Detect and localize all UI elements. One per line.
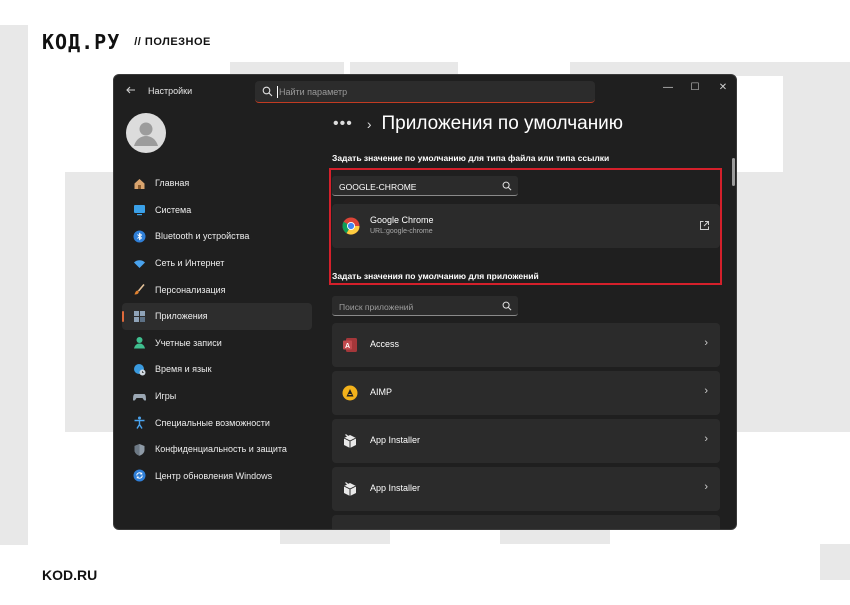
brush-icon	[132, 283, 146, 297]
app-name: App Installer	[370, 483, 421, 493]
text-caret	[277, 86, 278, 98]
sidebar-item-windows-update[interactable]: Центр обновления Windows	[122, 463, 312, 490]
settings-window: Настройки Найти параметр — ☐ ✕ Главная С…	[113, 74, 737, 530]
aimp-icon	[342, 385, 358, 401]
app-row-app-installer[interactable]: App Installer ›	[332, 419, 720, 463]
avatar[interactable]	[126, 113, 166, 153]
close-button[interactable]: ✕	[715, 81, 731, 95]
apps-section-label: Задать значения по умолчанию для приложе…	[332, 271, 539, 281]
sidebar-item-label: Центр обновления Windows	[155, 470, 273, 481]
page-title: Приложения по умолчанию	[381, 113, 624, 134]
apps-icon	[132, 309, 146, 323]
search-icon	[262, 86, 273, 97]
sidebar-item-label: Персонализация	[155, 284, 226, 295]
chevron-right-icon: ›	[704, 337, 708, 349]
gamepad-icon	[132, 389, 146, 403]
sidebar-item-network[interactable]: Сеть и Интернет	[122, 250, 312, 277]
globe-clock-icon	[132, 362, 146, 376]
sidebar-nav: Главная Система Bluetooth и устройства С…	[122, 170, 312, 489]
update-icon	[132, 469, 146, 483]
sidebar-item-label: Конфиденциальность и защита	[155, 444, 287, 455]
chevron-right-icon: ›	[704, 481, 708, 493]
app-name: App Installer	[370, 435, 421, 445]
back-button[interactable]	[123, 84, 139, 100]
brand-header: КОД.РУ // ПОЛЕЗНОЕ	[42, 30, 211, 54]
app-row-partial[interactable]	[332, 515, 720, 529]
sidebar-item-system[interactable]: Система	[122, 197, 312, 224]
app-installer-icon	[343, 434, 357, 448]
sidebar-item-label: Время и язык	[155, 364, 212, 375]
background-block	[737, 172, 783, 432]
app-name: Access	[370, 339, 400, 349]
minimize-button[interactable]: —	[660, 81, 676, 95]
app-search-input[interactable]: Поиск приложений	[332, 296, 518, 316]
breadcrumb: ••• › Приложения по умолчанию	[333, 113, 623, 135]
search-placeholder: Найти параметр	[279, 87, 348, 97]
sidebar-item-label: Главная	[155, 178, 190, 189]
brand-tag: // ПОЛЕЗНОЕ	[134, 36, 211, 48]
sidebar-item-label: Игры	[155, 391, 177, 402]
accessibility-icon	[132, 416, 146, 430]
highlight-frame	[329, 168, 722, 285]
background-block	[820, 544, 850, 580]
brand-logo: КОД.РУ	[42, 30, 121, 54]
scrollbar-thumb[interactable]	[732, 158, 735, 186]
wifi-icon	[132, 256, 146, 270]
sidebar-item-label: Приложения	[155, 311, 208, 322]
chevron-right-icon: ›	[704, 385, 708, 397]
account-icon	[132, 336, 146, 350]
app-row-access[interactable]: A Access ›	[332, 323, 720, 367]
title-bar: Настройки Найти параметр — ☐ ✕	[114, 75, 736, 109]
sidebar-item-label: Сеть и Интернет	[155, 258, 225, 269]
background-block	[500, 530, 610, 544]
background-block	[0, 25, 28, 545]
app-installer-icon	[343, 482, 357, 496]
sidebar-item-home[interactable]: Главная	[122, 170, 312, 197]
sidebar-item-accessibility[interactable]: Специальные возможности	[122, 409, 312, 436]
sidebar-item-label: Учетные записи	[155, 337, 222, 348]
settings-search-input[interactable]: Найти параметр	[255, 81, 595, 103]
sidebar-item-accounts[interactable]: Учетные записи	[122, 330, 312, 357]
home-icon	[132, 176, 146, 190]
chevron-right-icon: ›	[704, 433, 708, 445]
background-block	[280, 530, 390, 544]
app-title: Настройки	[148, 86, 193, 96]
background-block	[783, 62, 850, 432]
sidebar-item-apps[interactable]: Приложения	[122, 302, 312, 330]
filetype-section-label: Задать значение по умолчанию для типа фа…	[332, 153, 610, 163]
svg-text:A: A	[345, 343, 350, 350]
arrow-left-icon	[126, 86, 135, 94]
sidebar-item-games[interactable]: Игры	[122, 383, 312, 410]
sidebar-item-time-language[interactable]: Время и язык	[122, 356, 312, 383]
breadcrumb-more-button[interactable]: •••	[333, 115, 353, 133]
footer-brand: KOD.RU	[42, 567, 98, 583]
sidebar-item-label: Специальные возможности	[155, 417, 270, 428]
app-row-aimp[interactable]: AIMP ›	[332, 371, 720, 415]
sidebar-item-personalization[interactable]: Персонализация	[122, 276, 312, 303]
chevron-right-icon: ›	[366, 116, 372, 132]
monitor-icon	[132, 203, 146, 217]
bluetooth-icon	[132, 229, 146, 243]
app-search-placeholder: Поиск приложений	[339, 302, 414, 312]
sidebar-item-bluetooth[interactable]: Bluetooth и устройства	[122, 223, 312, 250]
background-block	[65, 172, 113, 432]
sidebar-item-label: Bluetooth и устройства	[155, 231, 250, 242]
sidebar-item-label: Система	[155, 204, 192, 215]
app-name: AIMP	[370, 387, 393, 397]
access-icon: A	[343, 338, 357, 352]
search-icon	[502, 301, 512, 311]
maximize-button[interactable]: ☐	[687, 81, 703, 95]
user-icon	[134, 122, 158, 146]
sidebar-item-privacy[interactable]: Конфиденциальность и защита	[122, 436, 312, 463]
app-row-app-installer[interactable]: App Installer ›	[332, 467, 720, 511]
shield-icon	[132, 442, 146, 456]
